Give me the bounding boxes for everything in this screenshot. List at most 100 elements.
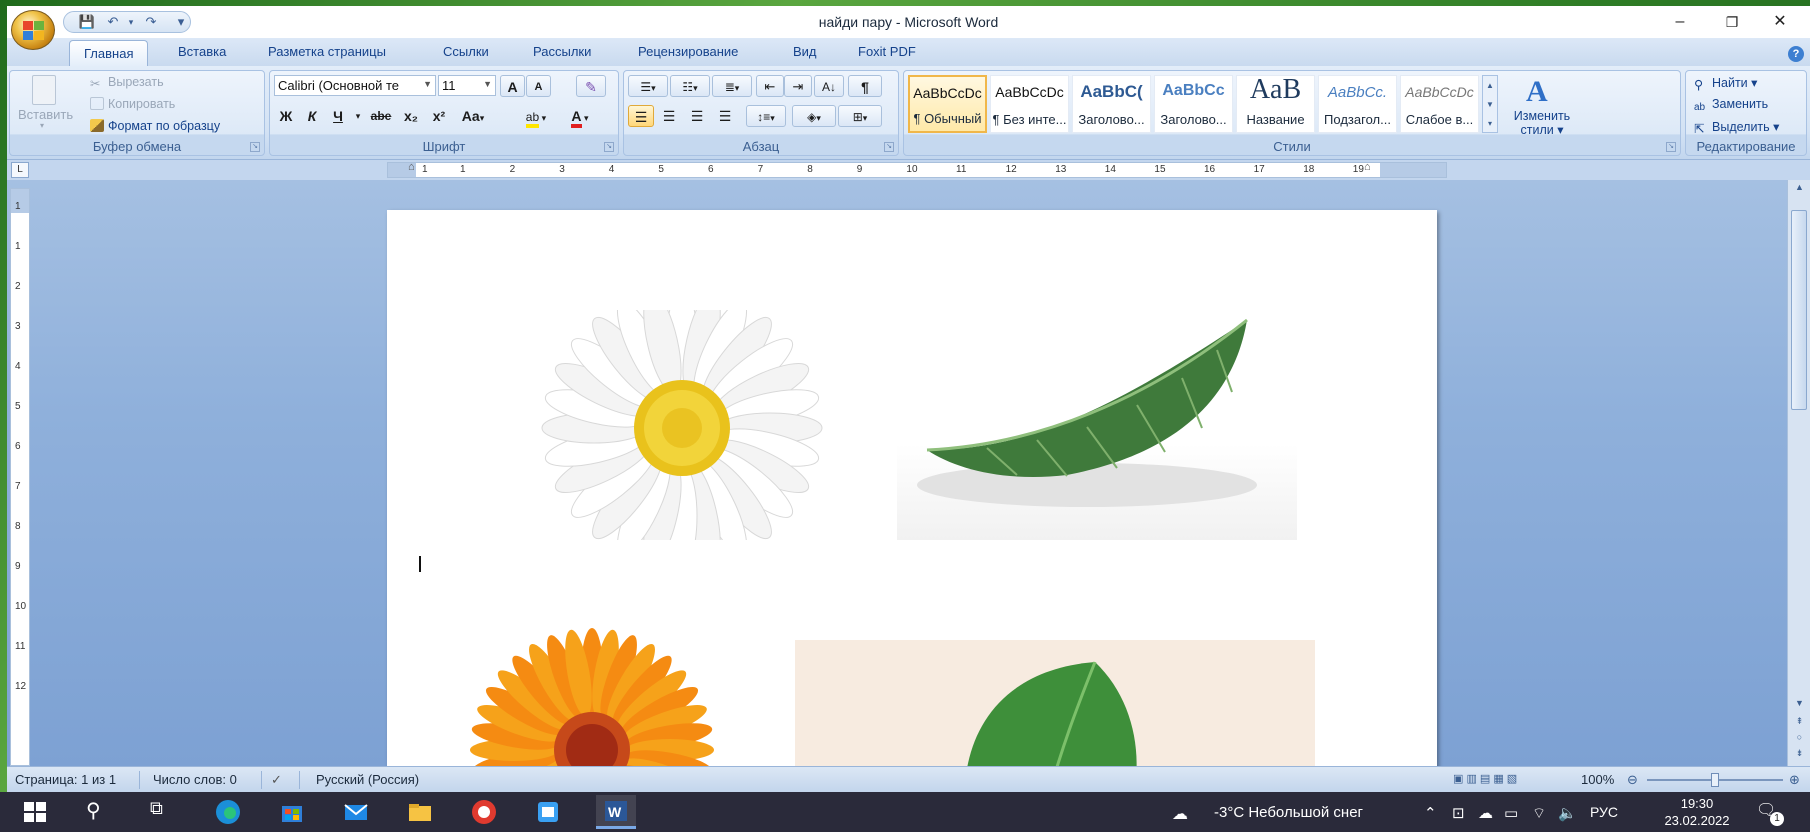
task-view-icon[interactable]: ⧉ xyxy=(150,798,180,826)
shrink-font-button[interactable]: A xyxy=(526,75,551,97)
clipboard-launcher-icon[interactable]: ↘ xyxy=(250,142,260,152)
align-center-button[interactable]: ☰ xyxy=(656,105,682,127)
strikethrough-button[interactable]: abe xyxy=(366,105,396,127)
mint-leaf-image[interactable] xyxy=(897,300,1297,540)
font-launcher-icon[interactable]: ↘ xyxy=(604,142,614,152)
tab-insert[interactable]: Вставка xyxy=(178,44,226,59)
style-no-spacing[interactable]: AaBbCcDc ¶ Без инте... xyxy=(990,75,1069,133)
tab-page-layout[interactable]: Разметка страницы xyxy=(268,44,386,59)
zoom-slider-thumb[interactable] xyxy=(1711,773,1719,787)
line-spacing-button[interactable]: ↕≡▾ xyxy=(746,105,786,127)
replace-button[interactable]: ab Заменить xyxy=(1694,97,1768,115)
format-painter-button[interactable]: Формат по образцу xyxy=(90,119,220,133)
word-taskbar-icon[interactable]: W xyxy=(596,795,636,829)
calendula-image[interactable] xyxy=(427,610,767,766)
vertical-ruler[interactable]: 1 1 2 3 4 5 6 7 8 9 10 11 12 xyxy=(10,188,30,766)
vertical-scrollbar[interactable]: ▲ ▼ ⇞ ○ ⇟ xyxy=(1787,180,1810,766)
style-subtle-emphasis[interactable]: AaBbCcDc Слабое в... xyxy=(1400,75,1479,133)
next-page-icon[interactable]: ⇟ xyxy=(1792,748,1807,762)
wifi-icon[interactable]: ⌔ xyxy=(1532,804,1546,823)
zoom-level[interactable]: 100% xyxy=(1581,772,1614,787)
view-buttons[interactable]: ▣ ▥ ▤ ▦ ▧ xyxy=(1453,772,1517,785)
tab-review[interactable]: Рецензирование xyxy=(638,44,738,59)
input-language[interactable]: РУС xyxy=(1590,804,1618,820)
multilevel-list-button[interactable]: ≣▾ xyxy=(712,75,752,97)
shading-button[interactable]: ◈▾ xyxy=(792,105,836,127)
language-indicator[interactable]: Русский (Россия) xyxy=(316,772,419,787)
tab-references[interactable]: Ссылки xyxy=(443,44,489,59)
zoom-in-icon[interactable]: ⊕ xyxy=(1789,772,1800,788)
help-icon[interactable]: ? xyxy=(1788,46,1804,62)
weather-text[interactable]: -3°C Небольшой снег xyxy=(1214,804,1363,821)
restore-button[interactable]: ❐ xyxy=(1710,10,1754,34)
show-formatting-button[interactable]: ¶ xyxy=(848,75,882,97)
subscript-button[interactable]: x₂ xyxy=(398,105,424,127)
font-size-combo[interactable]: 11 ▼ xyxy=(438,75,496,96)
tab-home[interactable]: Главная xyxy=(69,40,149,66)
right-indent-marker-icon[interactable]: ⌂ xyxy=(1364,161,1371,173)
windows-start-icon[interactable] xyxy=(22,798,52,826)
increase-indent-button[interactable]: ⇥ xyxy=(784,75,812,97)
tab-view[interactable]: Вид xyxy=(793,44,817,59)
change-case-button[interactable]: Aa▾ xyxy=(456,105,490,127)
page-count[interactable]: Страница: 1 из 1 xyxy=(15,772,116,787)
style-heading-2[interactable]: AaBbCc Заголово... xyxy=(1154,75,1233,133)
scroll-up-icon[interactable]: ▲ xyxy=(1792,182,1807,196)
word-count[interactable]: Число слов: 0 xyxy=(153,772,237,787)
horizontal-ruler[interactable]: 1 1 2 3 4 5 6 7 8 9 10 11 12 13 14 15 16 17 18 19 ⌂ ⌂ xyxy=(387,161,1447,178)
volume-icon[interactable]: 🔈 xyxy=(1558,804,1577,822)
sort-button[interactable]: A↓ xyxy=(814,75,844,97)
style-normal[interactable]: AaBbCcDc ¶ Обычный xyxy=(908,75,987,133)
tab-foxit-pdf[interactable]: Foxit PDF xyxy=(858,44,916,59)
paste-button[interactable]: Вставить ▾ xyxy=(18,73,73,133)
styles-launcher-icon[interactable]: ↘ xyxy=(1666,142,1676,152)
tab-selector-button[interactable]: L xyxy=(11,162,29,178)
store-icon[interactable] xyxy=(278,798,308,826)
meet-now-icon[interactable]: ⊡ xyxy=(1452,804,1465,822)
highlight-button[interactable]: ab ▾ xyxy=(516,105,556,128)
weather-icon[interactable]: ☁ xyxy=(1172,804,1188,824)
daisy-image[interactable] xyxy=(427,310,827,540)
notifications-icon[interactable]: 🗨 1 xyxy=(1756,800,1784,826)
font-color-button[interactable]: A ▾ xyxy=(560,105,600,128)
style-heading-1[interactable]: AaBbC( Заголово... xyxy=(1072,75,1151,133)
document-page[interactable] xyxy=(387,210,1437,766)
grow-font-button[interactable]: A xyxy=(500,75,525,97)
borders-button[interactable]: ⊞▾ xyxy=(838,105,882,127)
cut-button[interactable]: ✂ Вырезать xyxy=(90,75,164,91)
app-icon[interactable] xyxy=(534,798,564,826)
onedrive-icon[interactable]: ☁ xyxy=(1478,804,1493,822)
proofing-icon[interactable]: ✓ xyxy=(271,772,282,788)
close-button[interactable]: ✕ xyxy=(1758,10,1802,34)
bullets-button[interactable]: ☰▾ xyxy=(628,75,668,97)
find-button[interactable]: ⚲ Найти ▾ xyxy=(1694,75,1757,92)
style-subtitle[interactable]: AaBbCc. Подзагол... xyxy=(1318,75,1397,133)
office-button[interactable] xyxy=(11,10,55,50)
scrollbar-thumb[interactable] xyxy=(1791,210,1807,410)
battery-icon[interactable]: ▭ xyxy=(1504,804,1518,822)
superscript-button[interactable]: x² xyxy=(426,105,452,127)
minimize-button[interactable]: – xyxy=(1658,10,1702,34)
plantain-leaf-image[interactable] xyxy=(795,640,1315,766)
scroll-down-icon[interactable]: ▼ xyxy=(1792,698,1807,712)
change-styles-button[interactable]: A Изменить стили ▾ xyxy=(1504,73,1580,137)
styles-scroll[interactable]: ▲ ▼ ▾ xyxy=(1482,75,1498,133)
select-browse-object-icon[interactable]: ○ xyxy=(1792,732,1807,746)
justify-button[interactable]: ☰ xyxy=(712,105,738,127)
edge-icon[interactable] xyxy=(214,798,244,826)
prev-page-icon[interactable]: ⇞ xyxy=(1792,716,1807,730)
italic-button[interactable]: К xyxy=(300,105,324,127)
paragraph-launcher-icon[interactable]: ↘ xyxy=(884,142,894,152)
bold-button[interactable]: Ж xyxy=(274,105,298,127)
numbering-button[interactable]: ☷▾ xyxy=(670,75,710,97)
clock[interactable]: 19:30 23.02.2022 xyxy=(1652,795,1742,829)
mail-icon[interactable] xyxy=(342,798,372,826)
tab-mailings[interactable]: Рассылки xyxy=(533,44,591,59)
align-right-button[interactable]: ☰ xyxy=(684,105,710,127)
decrease-indent-button[interactable]: ⇤ xyxy=(756,75,784,97)
style-title[interactable]: AaB Название xyxy=(1236,74,1315,133)
font-name-combo[interactable]: Calibri (Основной те ▼ xyxy=(274,75,436,96)
tray-chevron-icon[interactable]: ⌃ xyxy=(1424,804,1437,822)
zoom-out-icon[interactable]: ⊖ xyxy=(1627,772,1638,788)
select-button[interactable]: ⇱ Выделить ▾ xyxy=(1694,119,1779,136)
